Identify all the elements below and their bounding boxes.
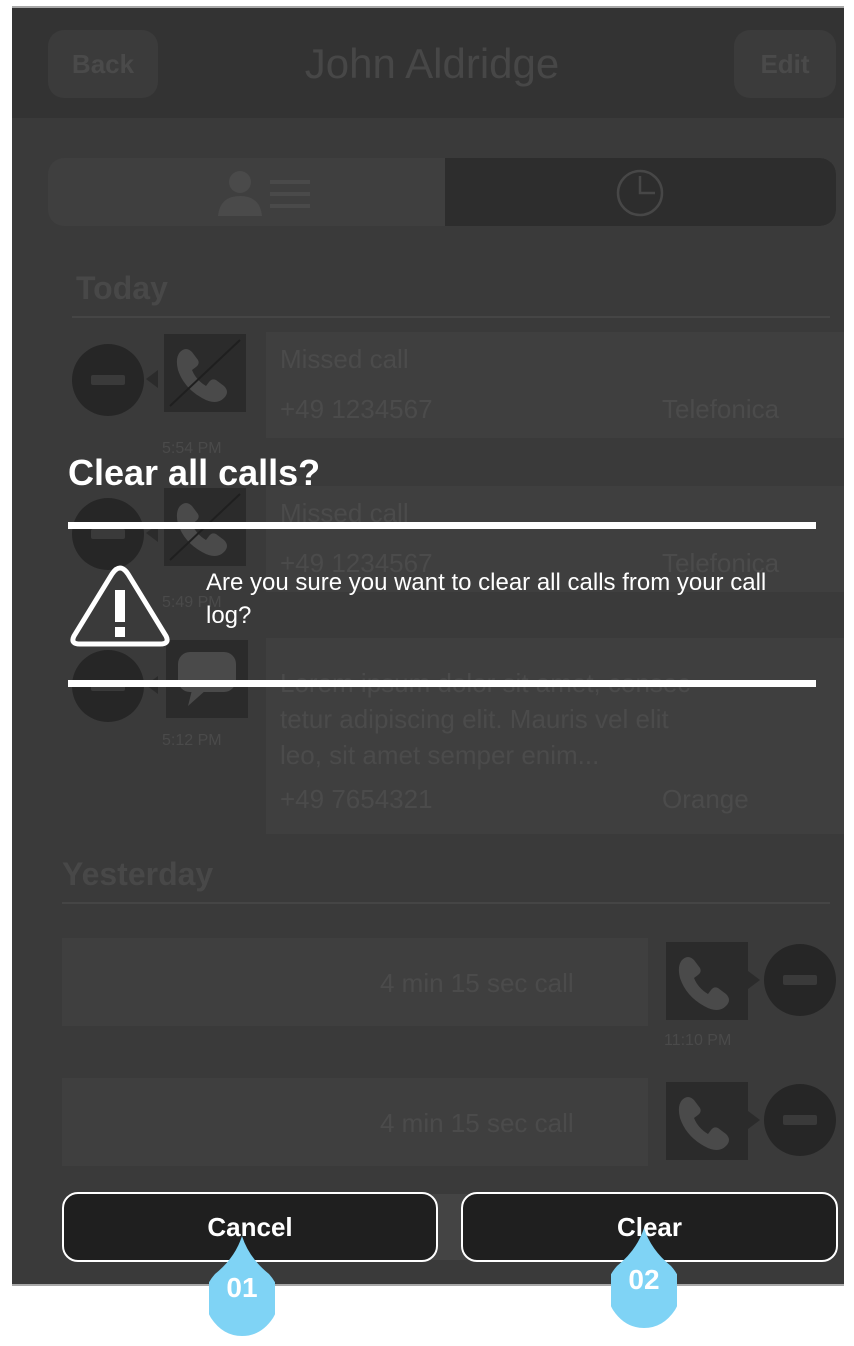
delete-icon[interactable]	[764, 1084, 836, 1156]
dialog-divider-top	[68, 522, 816, 529]
missed-call-tile	[164, 334, 246, 412]
dialog-divider-bottom	[68, 680, 816, 687]
phone-icon	[678, 957, 729, 1010]
call-row[interactable]: Missed call +49 1234567 Telefonica	[266, 332, 844, 438]
contact-name-title: John Aldridge	[304, 40, 560, 87]
section-divider	[72, 316, 830, 318]
section-header-today: Today	[76, 270, 168, 306]
edit-button[interactable]: Edit	[734, 30, 836, 98]
call-summary: 4 min 15 sec call	[380, 968, 574, 998]
message-tile	[166, 640, 248, 718]
message-row[interactable]: Lorem ipsum dolor sit amet, consec- tetu…	[266, 638, 844, 834]
phone-number: +49 1234567	[280, 394, 433, 424]
view-segmented-control	[48, 158, 836, 226]
dialog-message: Are you sure you want to clear all calls…	[206, 569, 767, 629]
carrier-name: Telefonica	[662, 394, 780, 424]
phone-number: +49 7654321	[280, 784, 433, 814]
call-history-segment[interactable]	[445, 158, 836, 226]
delete-icon[interactable]	[72, 498, 144, 570]
phone-screen: Back John Aldridge Edit Today 5:54 PM Mi…	[12, 6, 844, 1286]
back-button[interactable]: Back	[48, 30, 158, 98]
carrier-name: Orange	[662, 784, 749, 814]
delete-icon[interactable]	[764, 944, 836, 1016]
pointer-arrow	[748, 971, 760, 989]
message-line: leo, sit amet semper enim...	[280, 740, 600, 770]
section-divider	[62, 902, 830, 904]
pointer-arrow	[146, 370, 158, 388]
message-line: tetur adipiscing elit. Mauris vel elit	[280, 704, 669, 734]
call-summary: 4 min 15 sec call	[380, 1108, 574, 1138]
call-type: Missed call	[280, 344, 409, 374]
phone-icon	[678, 1097, 729, 1150]
clock-icon	[616, 169, 664, 217]
contact-details-icon[interactable]	[214, 168, 314, 218]
pointer-arrow	[748, 1111, 760, 1129]
call-tile	[666, 1082, 748, 1160]
warning-icon	[70, 565, 170, 647]
call-time: 5:12 PM	[162, 732, 222, 749]
chat-bubble-icon	[178, 652, 236, 706]
section-header-yesterday: Yesterday	[62, 856, 214, 892]
delete-icon[interactable]	[72, 344, 144, 416]
call-tile	[666, 942, 748, 1020]
callout-01: 01	[204, 1236, 280, 1341]
callout-02: 02	[606, 1228, 682, 1333]
call-time: 11:10 PM	[664, 1032, 732, 1049]
dialog-title: Clear all calls?	[68, 452, 321, 493]
callout-number: 01	[226, 1272, 258, 1303]
missed-call-icon	[169, 339, 241, 407]
callout-number: 02	[628, 1264, 660, 1295]
call-row[interactable]: 4 min 15 sec call	[62, 938, 648, 1026]
nav-bar: Back John Aldridge Edit	[12, 8, 844, 118]
call-row[interactable]: 4 min 15 sec call	[62, 1078, 648, 1166]
